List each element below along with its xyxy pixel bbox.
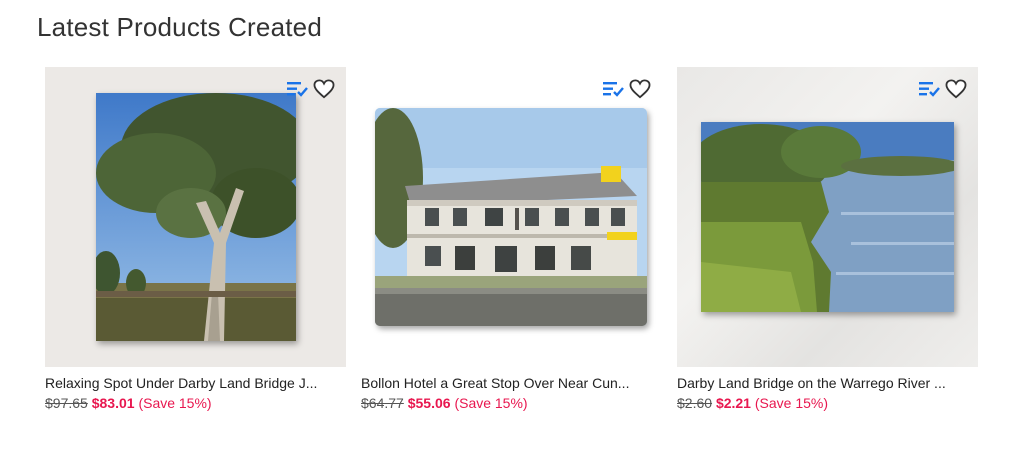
product-card[interactable]: Darby Land Bridge on the Warrego River .…	[677, 67, 978, 411]
product-image[interactable]	[45, 67, 346, 367]
discount-label: (Save 15%)	[138, 395, 212, 411]
product-card[interactable]: Relaxing Spot Under Darby Land Bridge J.…	[45, 67, 346, 411]
section-title: Latest Products Created	[37, 12, 322, 42]
product-name[interactable]: Darby Land Bridge on the Warrego River .…	[677, 375, 983, 391]
product-name[interactable]: Bollon Hotel a Great Stop Over Near Cun.…	[361, 375, 667, 391]
heart-icon[interactable]	[944, 77, 968, 101]
add-to-list-icon[interactable]	[286, 77, 310, 101]
heart-icon[interactable]	[628, 77, 652, 101]
heart-icon[interactable]	[312, 77, 336, 101]
price-row: $97.65 $83.01 (Save 15%)	[45, 395, 346, 411]
sale-price: $83.01	[91, 395, 135, 411]
product-image[interactable]	[361, 67, 662, 367]
original-price: $64.77	[361, 395, 404, 411]
original-price: $97.65	[45, 395, 88, 411]
add-to-list-icon[interactable]	[602, 77, 626, 101]
add-to-list-icon[interactable]	[918, 77, 942, 101]
product-name[interactable]: Relaxing Spot Under Darby Land Bridge J.…	[45, 375, 351, 391]
price-row: $64.77 $55.06 (Save 15%)	[361, 395, 662, 411]
sale-price: $2.21	[715, 395, 751, 411]
discount-label: (Save 15%)	[754, 395, 829, 411]
puzzle-photo-river	[701, 122, 954, 312]
puzzle-photo-tree	[96, 93, 296, 341]
original-price: $2.60	[677, 395, 713, 411]
sale-price: $55.06	[407, 395, 451, 411]
product-card[interactable]: Bollon Hotel a Great Stop Over Near Cun.…	[361, 67, 662, 411]
puzzle-photo-hotel	[375, 108, 647, 326]
discount-label: (Save 15%)	[454, 395, 528, 411]
product-image[interactable]	[677, 67, 978, 367]
price-row: $2.60 $2.21 (Save 15%)	[677, 395, 978, 411]
